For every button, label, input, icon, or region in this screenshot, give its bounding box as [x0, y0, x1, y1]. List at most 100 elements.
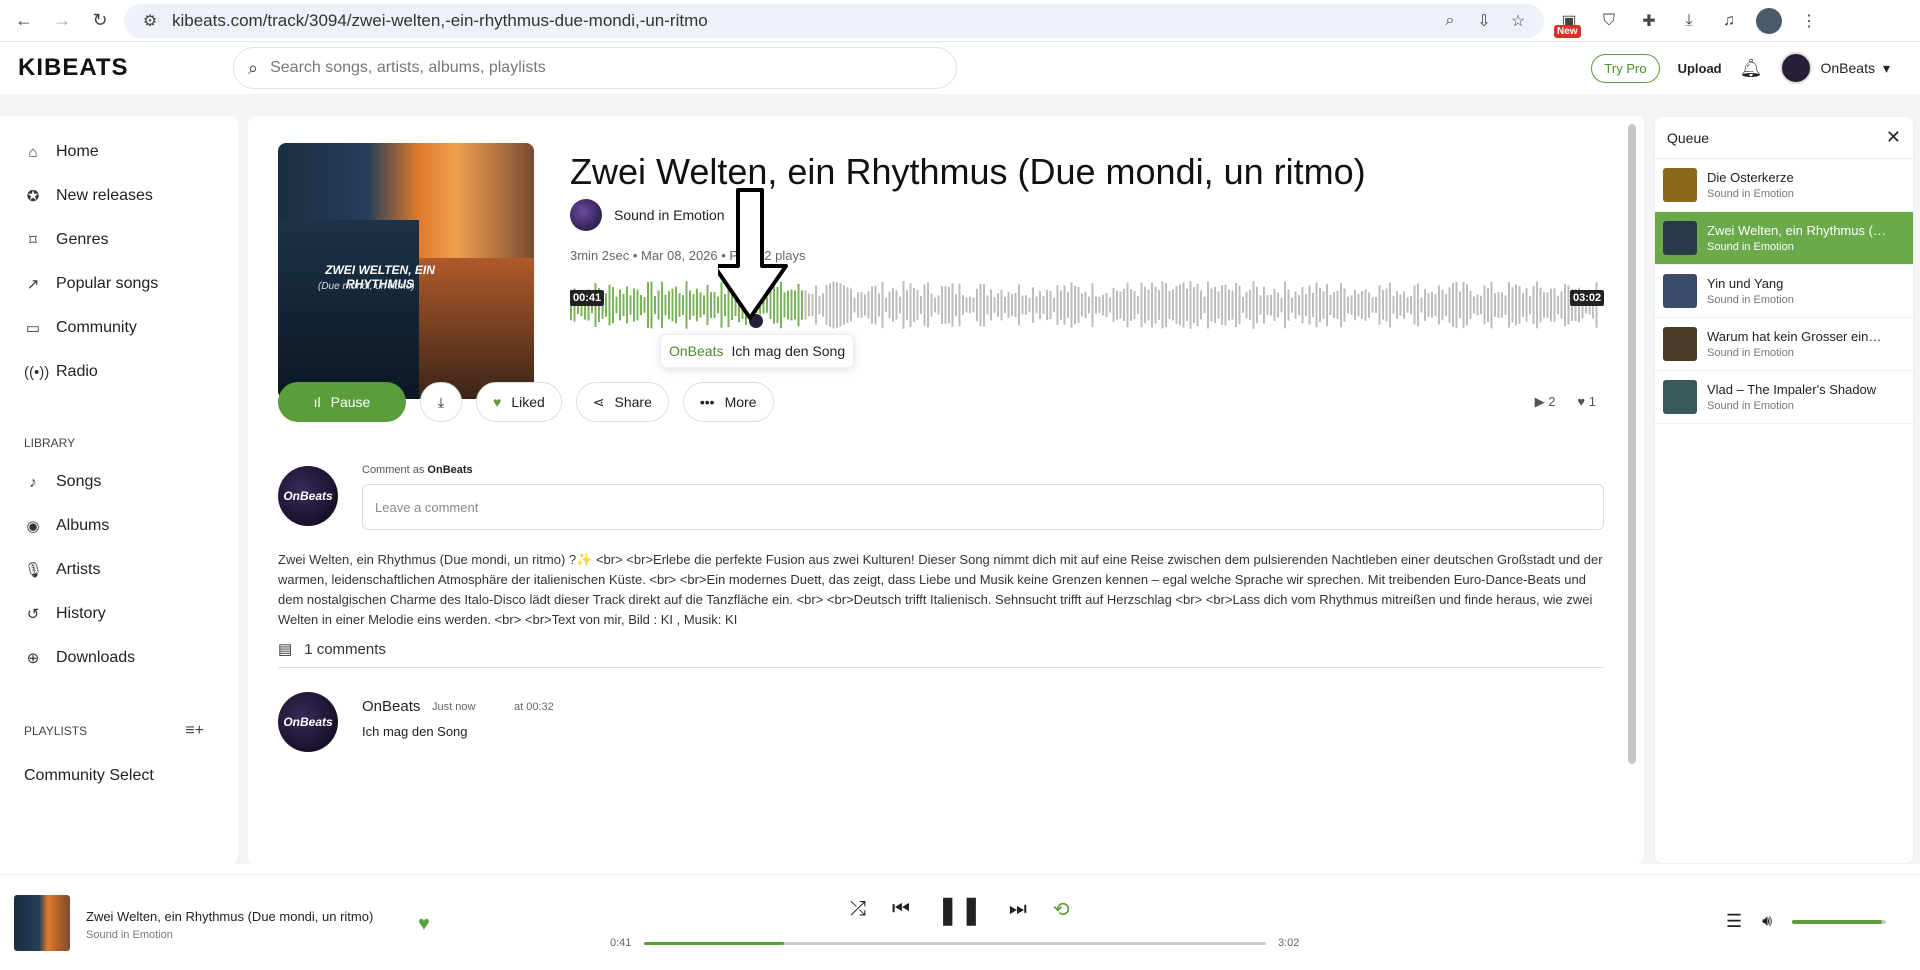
tag-icon: ⌑ [29, 232, 37, 249]
upload-button[interactable]: Upload [1678, 61, 1722, 76]
waveform-bar [1441, 289, 1444, 321]
disc-icon: ◉ [26, 518, 40, 535]
sidebar-item-label: Artists [56, 561, 101, 578]
waveform-bar [1378, 285, 1381, 325]
player-artist[interactable]: Sound in Emotion [86, 929, 173, 941]
liked-button[interactable]: ♥ Liked [476, 382, 562, 422]
install-icon[interactable]: ⇩ [1472, 11, 1496, 31]
try-pro-button[interactable]: Try Pro [1591, 53, 1660, 83]
comment-author[interactable]: OnBeats [362, 698, 420, 715]
comment-input[interactable] [362, 484, 1604, 530]
comment-as-text: Comment as [362, 464, 425, 476]
forward-icon[interactable]: → [48, 7, 76, 35]
waveform-bar [1021, 295, 1024, 315]
profile-avatar-button[interactable] [1754, 6, 1784, 36]
next-icon[interactable]: ⏭︎ [1009, 898, 1027, 921]
search-bar[interactable]: ⌕ [233, 47, 957, 89]
sidebar-item-new-releases[interactable]: ✪ New releases [0, 174, 238, 218]
comments-count-label: 1 comments [304, 640, 386, 658]
pause-button[interactable]: ıl Pause [278, 382, 406, 422]
download-button[interactable]: ⤓ [420, 382, 462, 422]
waveform-bar [1522, 293, 1524, 317]
queue-item[interactable]: Vlad – The Impaler's Shadow Sound in Emo… [1655, 371, 1913, 424]
waveform-bar [1025, 295, 1027, 315]
queue-item[interactable]: Die Osterkerze Sound in Emotion [1655, 159, 1913, 212]
queue-item[interactable]: Zwei Welten, ein Rhythmus (Due mondi, un… [1655, 212, 1913, 265]
scrollbar[interactable] [1628, 124, 1636, 764]
waveform-bar [1375, 296, 1377, 314]
queue-list-icon[interactable]: ☰ [1726, 911, 1742, 932]
sidebar-item-genres[interactable]: ⌑ Genres [0, 218, 238, 262]
waveform-bar [1196, 283, 1199, 327]
kibeats-logo[interactable]: KIBEATS [16, 54, 216, 82]
waveform-bar [1049, 290, 1052, 320]
sidebar-item-songs[interactable]: ♪ Songs [0, 460, 238, 504]
sidebar-item-artists[interactable]: 🎙︎ Artists [0, 548, 238, 592]
waveform-comment-tooltip: OnBeats Ich mag den Song [660, 334, 855, 368]
waveform-bar [1389, 282, 1391, 328]
sidebar-item-downloads[interactable]: ⊕ Downloads [0, 636, 238, 680]
track-artist[interactable]: Sound in Emotion [570, 199, 725, 231]
waveform-bar [1256, 286, 1258, 324]
waveform-bar [871, 286, 873, 324]
downloads-icon[interactable]: ⤓ [1674, 6, 1704, 36]
player-progress-bar[interactable] [644, 942, 1266, 945]
player-title[interactable]: Zwei Welten, ein Rhythmus (Due mondi, un… [86, 909, 373, 924]
comment-avatar[interactable]: OnBeats [278, 692, 338, 752]
share-button[interactable]: ⋖ Share [575, 382, 669, 422]
media-control-icon[interactable]: ♫ [1714, 6, 1744, 36]
waveform-bar [930, 293, 933, 317]
waveform-bar [1291, 297, 1293, 313]
add-playlist-icon[interactable]: ≡+ [185, 722, 204, 740]
queue-item[interactable]: Warum hat kein Grosser einen Plan Sound … [1655, 318, 1913, 371]
waveform-bar [650, 281, 653, 329]
track-stats: ▶ 2 ♥ 1 [1535, 394, 1596, 410]
pause-icon[interactable]: ❚❚ [936, 893, 983, 926]
menu-kebab-icon[interactable]: ⋮ [1794, 6, 1824, 36]
shield-icon[interactable]: ⛉ [1594, 6, 1624, 36]
extension-new-icon[interactable]: ▣ New [1554, 6, 1584, 38]
sidebar-item-history[interactable]: ↺ History [0, 592, 238, 636]
repeat-icon[interactable]: ⟲ [1053, 897, 1070, 922]
player-progress-fill [644, 942, 784, 945]
site-info-icon[interactable]: ⚙ [138, 11, 162, 31]
waveform-bar [1070, 282, 1073, 328]
waveform-bar [1151, 282, 1153, 328]
zoom-icon[interactable]: ⌕ [1438, 12, 1462, 30]
waveform-bar [1308, 285, 1311, 325]
search-input[interactable] [270, 59, 942, 77]
waveform-bar [671, 288, 674, 322]
close-icon[interactable]: ✕ [1886, 127, 1901, 148]
previous-icon[interactable]: ⏮︎ [892, 898, 910, 921]
user-menu[interactable]: OnBeats ▾ [1780, 52, 1890, 84]
url-text[interactable]: kibeats.com/track/3094/zwei-welten,-ein-… [172, 11, 1428, 31]
waveform-bar [1172, 289, 1174, 321]
sidebar-item-community[interactable]: ▭ Community [0, 306, 238, 350]
reload-icon[interactable]: ↻ [86, 7, 114, 35]
volume-icon[interactable]: 🔊︎ [1762, 913, 1772, 931]
history-icon: ↺ [26, 606, 40, 623]
queue-item-thumbnail [1663, 274, 1697, 308]
volume-slider[interactable] [1792, 919, 1887, 924]
extensions-puzzle-icon[interactable]: ✚ [1634, 6, 1664, 36]
heart-icon[interactable]: ♥ [418, 913, 430, 936]
sidebar-item-popular-songs[interactable]: ↗ Popular songs [0, 262, 238, 306]
sidebar-item-community-select[interactable]: Community Select [0, 754, 238, 798]
sidebar-item-albums[interactable]: ◉ Albums [0, 504, 238, 548]
waveform-bar [951, 283, 954, 327]
back-icon[interactable]: ← [10, 7, 38, 35]
more-button[interactable]: ••• More [682, 382, 774, 422]
sidebar-item-home[interactable]: ⌂ Home [0, 130, 238, 174]
bookmark-star-icon[interactable]: ☆ [1506, 11, 1530, 31]
queue-item-title: Warum hat kein Grosser einen Plan [1707, 329, 1887, 344]
address-bar[interactable]: ⚙ kibeats.com/track/3094/zwei-welten,-ei… [124, 3, 1544, 38]
comment-timestamp[interactable]: at 00:32 [514, 701, 554, 713]
sidebar-item-radio[interactable]: ((•)) Radio [0, 350, 238, 394]
waveform-total-time: 03:02 [1570, 290, 1605, 306]
artist-name: Sound in Emotion [614, 207, 725, 223]
queue-item[interactable]: Yin und Yang Sound in Emotion [1655, 265, 1913, 318]
bell-icon[interactable]: 🔔︎ [1740, 58, 1763, 79]
player-thumbnail[interactable] [14, 895, 70, 951]
waveform-bar [1543, 292, 1545, 318]
shuffle-icon[interactable]: ⤮ [850, 898, 866, 921]
